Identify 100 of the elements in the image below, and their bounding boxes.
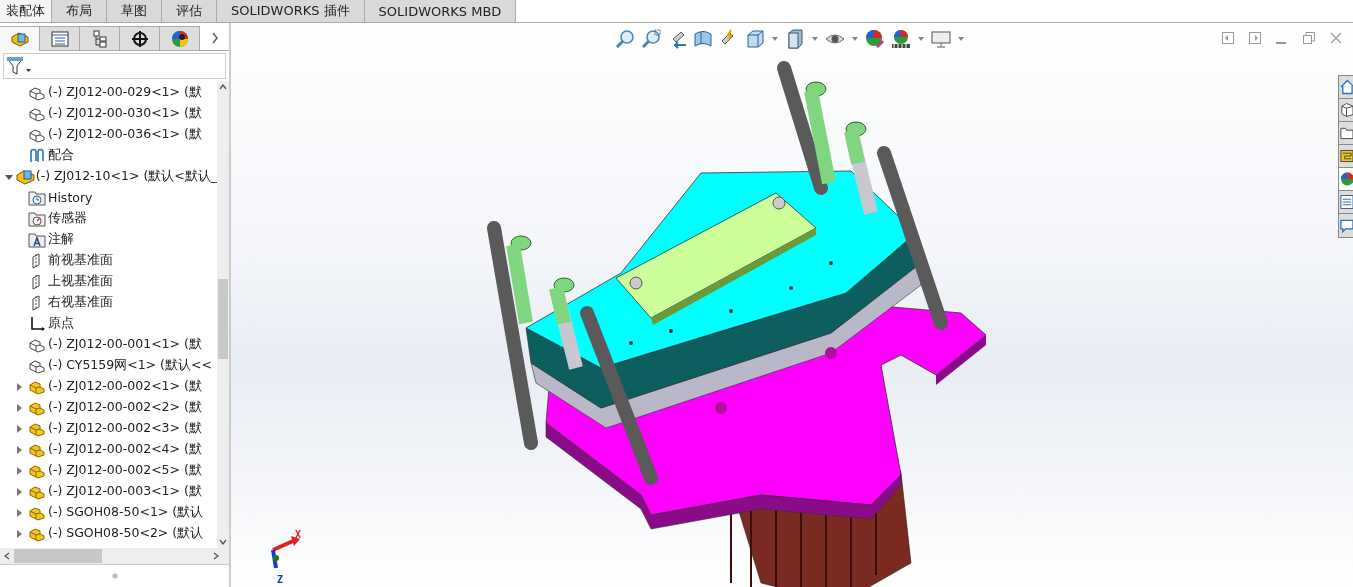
tree-item[interactable]: 传感器 bbox=[0, 208, 217, 229]
ribbon-tab[interactable]: 布局 bbox=[52, 0, 107, 22]
tree-item[interactable]: 右视基准面 bbox=[0, 292, 217, 313]
list-icon bbox=[1340, 194, 1353, 210]
home-tab[interactable] bbox=[1339, 76, 1353, 99]
collapsed-arrow-icon[interactable] bbox=[16, 382, 22, 391]
scene-button[interactable] bbox=[890, 28, 912, 50]
z-axis-label: Z bbox=[277, 574, 284, 585]
view-settings-button[interactable] bbox=[930, 28, 952, 50]
monitor-icon bbox=[931, 29, 951, 49]
ribbon-tab[interactable]: 草图 bbox=[107, 0, 162, 22]
dropdown-caret-icon[interactable] bbox=[958, 37, 964, 41]
color-ball-icon bbox=[170, 29, 189, 48]
tree-item[interactable]: (-) ZJ012-10<1> (默认<默认_ bbox=[0, 166, 217, 187]
tree-item[interactable]: (-) ZJ012-00-002<1> (默 bbox=[0, 376, 217, 397]
tile-left-button[interactable] bbox=[1222, 32, 1235, 45]
part-icon bbox=[28, 105, 46, 122]
filter-icon[interactable] bbox=[6, 56, 32, 76]
crosshair-icon bbox=[130, 29, 149, 48]
part-icon bbox=[28, 399, 46, 416]
tile-left-icon bbox=[1222, 32, 1234, 44]
hierarchy-icon bbox=[91, 29, 108, 48]
tree-item[interactable]: (-) ZJ012-00-002<4> (默 bbox=[0, 439, 217, 460]
scroll-down-icon[interactable] bbox=[219, 539, 227, 545]
magnifier-icon bbox=[615, 29, 635, 49]
ribbon-tab[interactable]: SOLIDWORKS MBD bbox=[364, 0, 517, 22]
tree-item[interactable]: (-) SGOH08-50<1> (默认 bbox=[0, 502, 217, 523]
tree-item[interactable]: (-) SGOH08-50<2> (默认 bbox=[0, 523, 217, 544]
tree-item[interactable]: History bbox=[0, 187, 217, 208]
cube-outline-icon bbox=[1340, 102, 1353, 118]
collapsed-arrow-icon[interactable] bbox=[16, 445, 22, 454]
edit-appearance-button[interactable] bbox=[864, 28, 886, 50]
panel-tab[interactable] bbox=[160, 26, 200, 51]
dropdown-caret-icon[interactable] bbox=[812, 37, 818, 41]
view-orientation-button[interactable] bbox=[744, 28, 766, 50]
explorer-tab[interactable] bbox=[1339, 122, 1353, 145]
assembly-icon bbox=[10, 31, 29, 47]
magnifier-icon bbox=[641, 29, 661, 49]
collapsed-arrow-icon[interactable] bbox=[16, 403, 22, 412]
part-icon bbox=[28, 504, 46, 521]
palette-icon bbox=[1340, 148, 1353, 164]
tree-item[interactable]: 注解 bbox=[0, 229, 217, 250]
tree-item[interactable]: (-) CY5159网<1> (默认<< bbox=[0, 355, 217, 376]
dropdown-caret-icon[interactable] bbox=[918, 37, 924, 41]
annotation-folder-icon bbox=[28, 231, 46, 248]
history-folder-icon bbox=[28, 189, 46, 206]
tree-item[interactable]: (-) ZJ012-00-002<5> (默 bbox=[0, 460, 217, 481]
collapsed-arrow-icon[interactable] bbox=[16, 424, 22, 433]
restore-button[interactable] bbox=[1303, 32, 1316, 45]
scroll-left-icon[interactable] bbox=[4, 552, 10, 560]
part-icon bbox=[28, 126, 46, 143]
scrollbar-thumb[interactable] bbox=[218, 279, 228, 359]
tree-item[interactable]: (-) ZJ012-00-029<1> (默 bbox=[0, 82, 217, 103]
tree-item[interactable]: (-) ZJ012-00-030<1> (默 bbox=[0, 103, 217, 124]
resize-grip-icon[interactable] bbox=[111, 573, 118, 579]
collapsed-arrow-icon[interactable] bbox=[16, 466, 22, 475]
panel-tab[interactable] bbox=[120, 26, 160, 51]
palette-tab[interactable] bbox=[1339, 145, 1353, 168]
vertical-scrollbar[interactable] bbox=[217, 81, 229, 548]
library-tab[interactable] bbox=[1339, 99, 1353, 122]
appearances-tab[interactable] bbox=[1339, 168, 1353, 191]
tree-item[interactable]: 原点 bbox=[0, 313, 217, 334]
scroll-up-icon[interactable] bbox=[219, 84, 227, 90]
expanded-arrow-icon[interactable] bbox=[5, 172, 13, 181]
collapsed-arrow-icon[interactable] bbox=[16, 529, 22, 538]
tree-item[interactable]: (-) ZJ012-00-002<2> (默 bbox=[0, 397, 217, 418]
speech-bubble-icon bbox=[1340, 217, 1353, 234]
horizontal-scrollbar[interactable] bbox=[0, 548, 229, 564]
axis-triad-drawing bbox=[271, 536, 300, 569]
tree-item[interactable]: (-) ZJ012-00-003<1> (默 bbox=[0, 481, 217, 502]
scroll-right-icon[interactable] bbox=[213, 552, 219, 560]
ribbon-tab[interactable]: 评估 bbox=[162, 0, 217, 22]
forum-tab[interactable] bbox=[1339, 214, 1353, 237]
tree-item[interactable]: (-) ZJ012-00-001<1> (默 bbox=[0, 334, 217, 355]
shaded-box-icon bbox=[785, 29, 805, 49]
ribbon-tab[interactable]: SOLIDWORKS 插件 bbox=[217, 0, 365, 22]
close-button[interactable] bbox=[1330, 32, 1343, 45]
part-icon bbox=[28, 483, 46, 500]
part-icon bbox=[28, 357, 46, 374]
collapsed-arrow-icon[interactable] bbox=[16, 487, 22, 496]
chevron-right-icon bbox=[210, 32, 219, 44]
properties-tab[interactable] bbox=[1339, 191, 1353, 214]
ribbon-tab[interactable]: 装配体 bbox=[0, 0, 52, 22]
tree-item[interactable]: 配合 bbox=[0, 145, 217, 166]
dropdown-caret-icon[interactable] bbox=[772, 37, 778, 41]
collapsed-arrow-icon[interactable] bbox=[16, 508, 22, 517]
section-cylinder-icon bbox=[693, 29, 713, 49]
tree-item[interactable]: (-) ZJ012-00-036<1> (默 bbox=[0, 124, 217, 145]
origin-axes-icon bbox=[28, 315, 46, 332]
part-icon bbox=[28, 441, 46, 458]
sensor-folder-icon bbox=[28, 210, 46, 227]
tree-item[interactable]: 上视基准面 bbox=[0, 271, 217, 292]
section-view-button[interactable] bbox=[692, 28, 714, 50]
zoom-area-button[interactable] bbox=[640, 28, 662, 50]
dropdown-caret-icon[interactable] bbox=[852, 37, 858, 41]
tree-item[interactable]: (-) ZJ012-00-002<3> (默 bbox=[0, 418, 217, 439]
color-ball-floor-icon bbox=[891, 29, 911, 49]
tile-right-button[interactable] bbox=[1249, 32, 1262, 45]
zoom-fit-button[interactable] bbox=[614, 28, 636, 50]
tree-item[interactable]: 前视基准面 bbox=[0, 250, 217, 271]
